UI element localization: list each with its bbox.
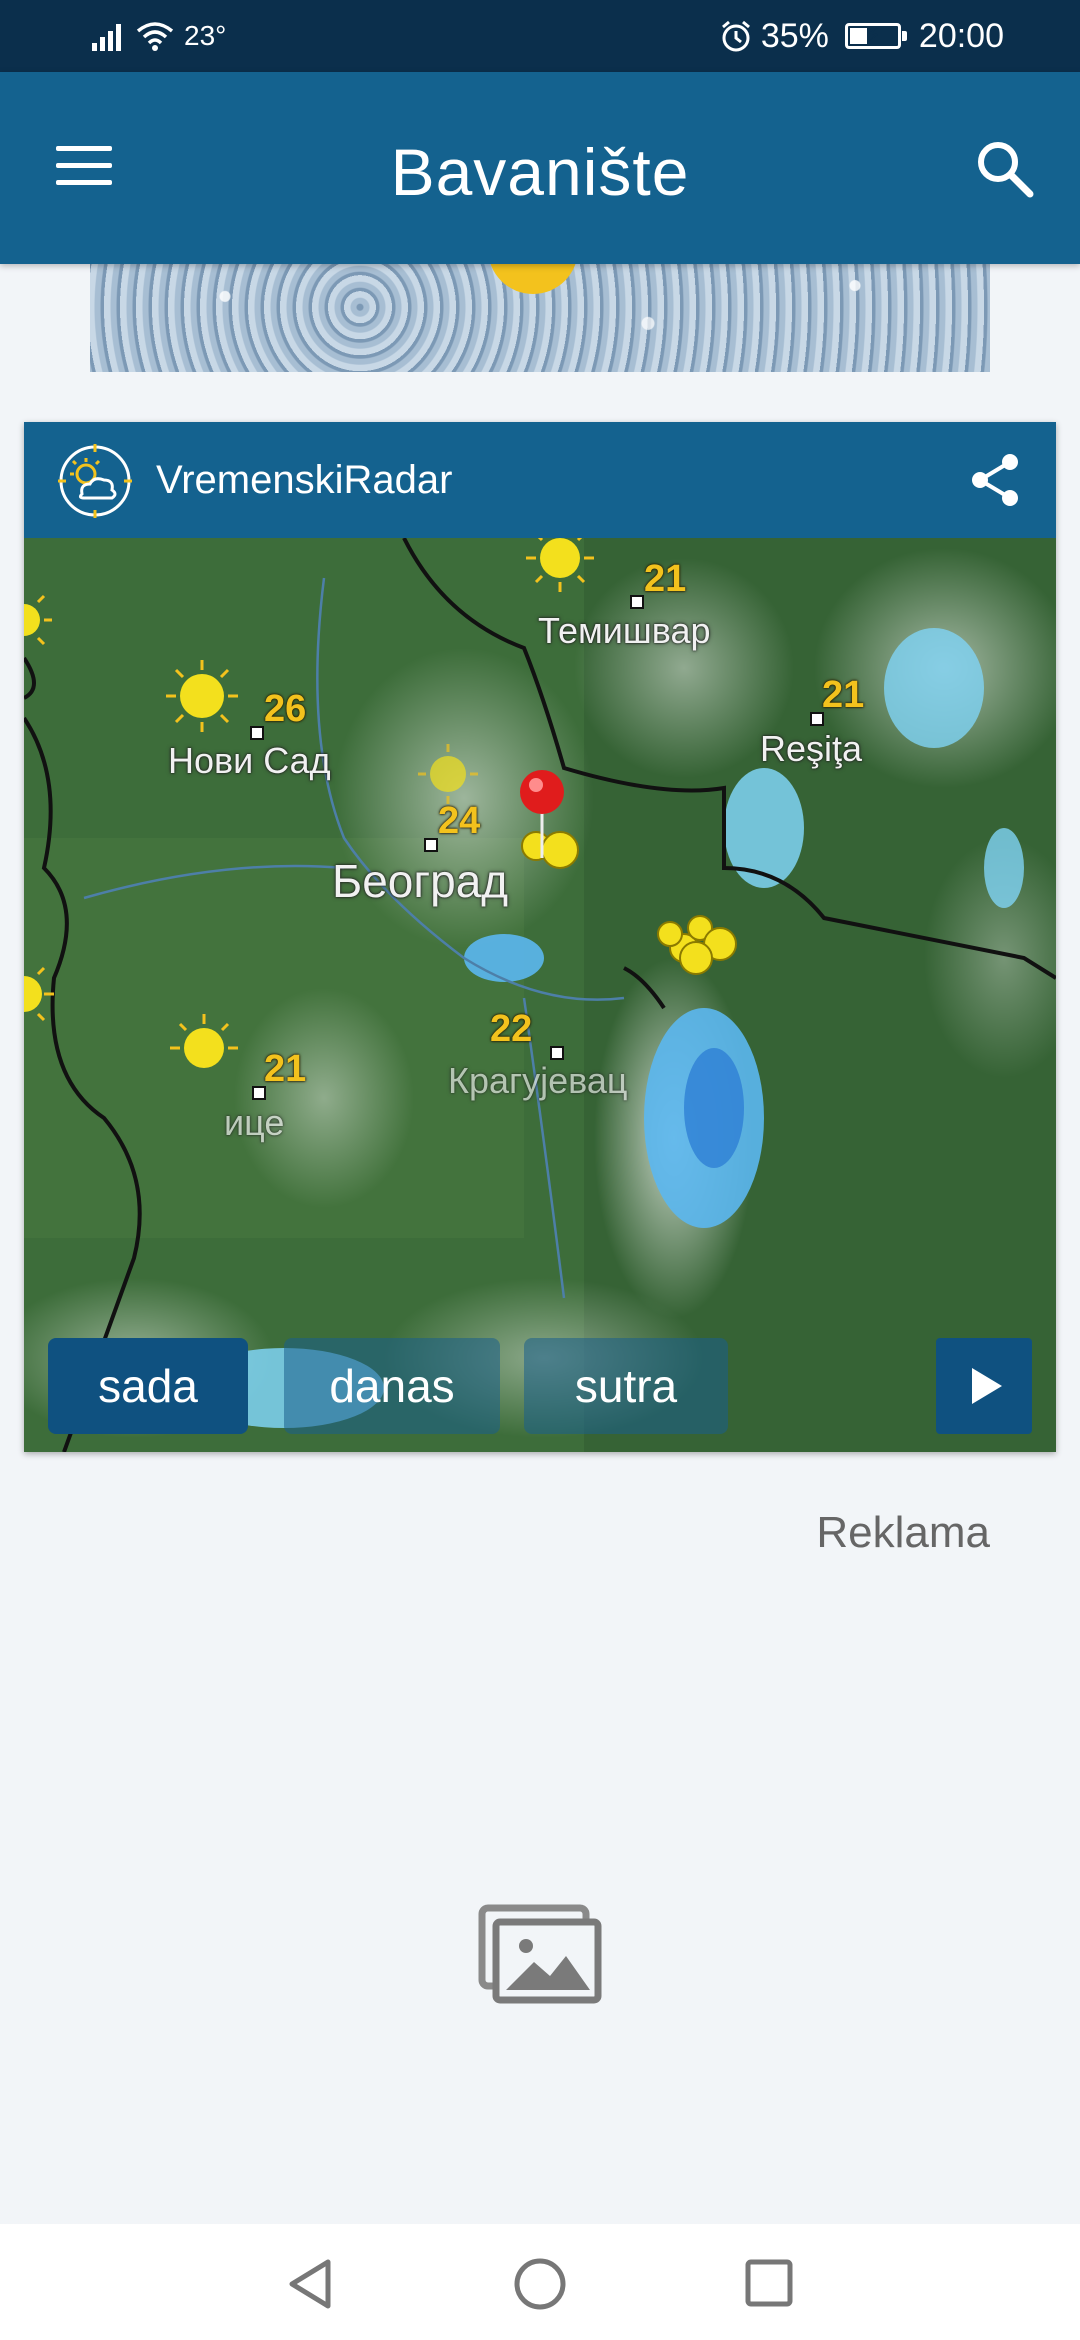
system-nav-bar bbox=[0, 2224, 1080, 2340]
city-marker bbox=[250, 726, 264, 740]
temperature-label: 21 bbox=[822, 674, 865, 716]
temperature-label: 24 bbox=[438, 800, 481, 842]
signal-icon bbox=[92, 24, 121, 51]
ad-label: Reklama bbox=[816, 1508, 990, 1557]
share-icon[interactable] bbox=[970, 452, 1020, 508]
city-marker bbox=[550, 1046, 564, 1060]
city-label: Reşiţa bbox=[760, 728, 863, 769]
image-placeholder-icon bbox=[478, 1904, 602, 2004]
battery-icon: ⚡ bbox=[844, 22, 907, 49]
sun-decoration bbox=[488, 264, 578, 294]
app-bar: Bavanište bbox=[0, 72, 1080, 264]
page-title: Bavanište bbox=[390, 135, 690, 209]
weather-logo-icon bbox=[58, 444, 132, 518]
city-label: ице bbox=[224, 1102, 285, 1143]
search-icon[interactable] bbox=[974, 138, 1036, 200]
home-icon[interactable] bbox=[512, 2256, 568, 2312]
alarm-icon bbox=[721, 20, 750, 52]
city-label: Темишвар bbox=[538, 610, 711, 651]
radar-map-background bbox=[24, 538, 1056, 1452]
play-icon bbox=[972, 1368, 1002, 1404]
temperature-label: 21 bbox=[264, 1048, 307, 1090]
tomorrow-button[interactable]: sutra bbox=[524, 1338, 728, 1434]
battery-level bbox=[849, 28, 868, 44]
radar-card: VremenskiRadar Темишвар 21 Нови Сад 26 R… bbox=[24, 422, 1056, 1452]
radar-card-header: VremenskiRadar bbox=[24, 422, 1056, 538]
temperature-label: 21 bbox=[644, 558, 687, 600]
temperature-label: 26 bbox=[264, 688, 307, 730]
weather-banner-image bbox=[90, 264, 990, 372]
city-label: Београд bbox=[332, 855, 509, 907]
today-button[interactable]: danas bbox=[284, 1338, 500, 1434]
wifi-icon bbox=[136, 22, 174, 51]
back-icon[interactable] bbox=[284, 2256, 336, 2312]
now-button[interactable]: sada bbox=[48, 1338, 248, 1434]
city-marker bbox=[424, 838, 438, 852]
battery-percent: 35% bbox=[760, 16, 829, 55]
status-temperature: 23° bbox=[184, 20, 227, 51]
status-bar: 23° 35% ⚡ 20:00 bbox=[0, 0, 1080, 72]
recent-apps-icon[interactable] bbox=[744, 2258, 794, 2308]
brand-name: VremenskiRadar bbox=[156, 458, 453, 502]
temperature-label: 22 bbox=[490, 1008, 533, 1050]
radar-map[interactable]: Темишвар 21 Нови Сад 26 Reşiţa 21 Београ… bbox=[24, 538, 1056, 1452]
city-label: Нови Сад bbox=[168, 740, 331, 781]
city-marker bbox=[630, 595, 644, 609]
status-time: 20:00 bbox=[918, 16, 1004, 55]
city-label: Крагујевац bbox=[448, 1060, 628, 1101]
play-button[interactable] bbox=[936, 1338, 1032, 1434]
